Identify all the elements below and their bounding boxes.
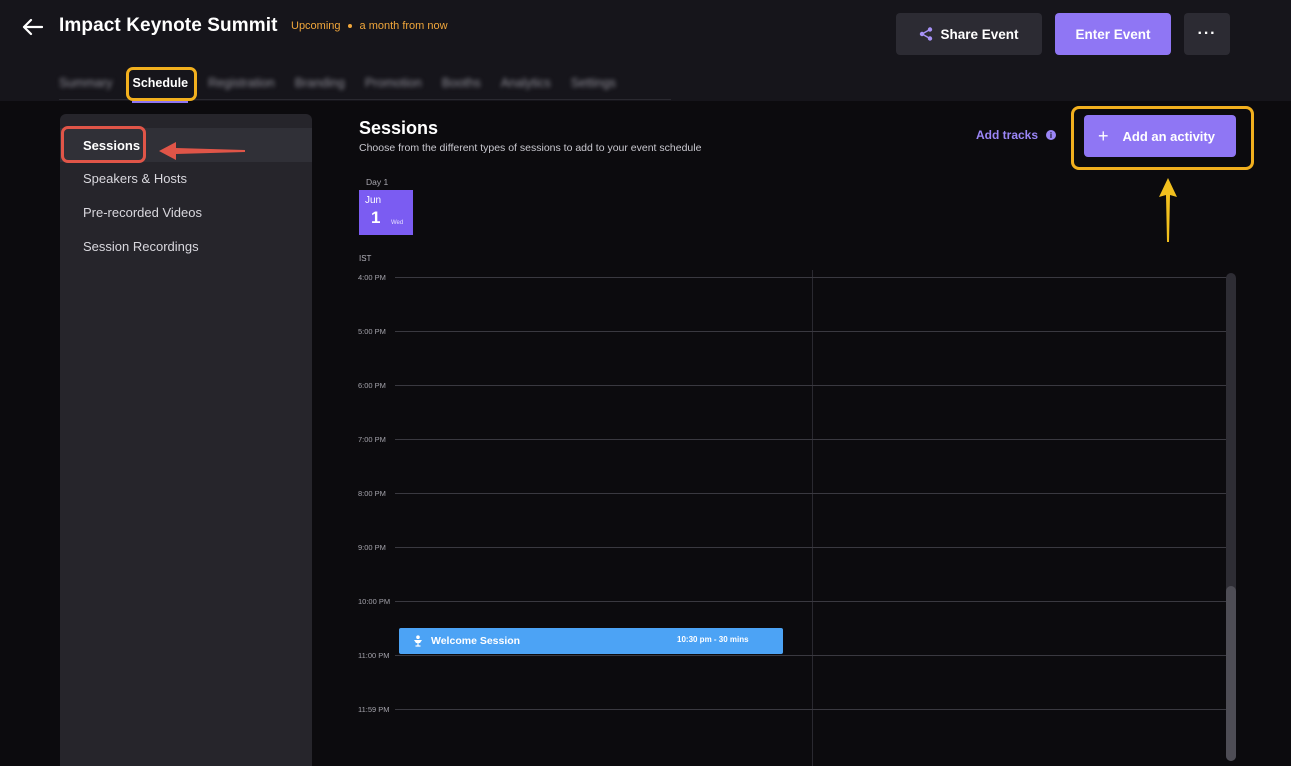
tab-promotion[interactable]: Promotion [365,72,422,100]
tabs-divider [59,99,671,100]
day-label: Day 1 [366,177,389,187]
hour-label: 10:00 PM [358,597,391,606]
share-event-label: Share Event [940,26,1019,42]
tab-summary[interactable]: Summary [59,72,112,100]
hour-line [395,331,1227,332]
schedule-grid[interactable]: 4:00 PM 5:00 PM 6:00 PM 7:00 PM 8:00 PM … [355,270,1227,766]
hour-line [395,547,1227,548]
hour-row: 6:00 PM [355,381,1227,390]
day-date: 1 [371,208,381,227]
share-icon [920,27,933,41]
tab-analytics[interactable]: Analytics [501,72,551,100]
info-icon[interactable]: i [1046,130,1057,140]
hour-line [395,655,1227,656]
page-subtitle: Choose from the different types of sessi… [359,142,702,154]
status-label: Upcoming [291,20,341,32]
more-options-button[interactable]: ··· [1184,13,1230,55]
hour-line [395,601,1227,602]
hour-label: 11:59 PM [358,705,390,714]
tab-settings[interactable]: Settings [571,72,616,100]
hour-line [395,439,1227,440]
share-event-button[interactable]: Share Event [896,13,1042,55]
back-button[interactable] [18,14,46,40]
session-time: 10:30 pm - 30 mins [677,635,749,644]
hour-row: 8:00 PM [355,489,1227,498]
tab-schedule[interactable]: Schedule [132,72,188,103]
day-selector[interactable]: Jun 1 Wed [359,190,413,235]
day-weekday: Wed [391,220,404,226]
arrow-pointer-icon [159,142,245,160]
hour-row: 11:00 PM [355,651,1227,660]
tab-booths[interactable]: Booths [442,72,481,100]
arrow-up-pointer-icon [1159,178,1177,242]
hour-row: 9:00 PM [355,543,1227,552]
sidebar-item-prerecorded-videos[interactable]: Pre-recorded Videos [60,195,312,229]
hour-label: 4:00 PM [358,273,386,282]
enter-event-button[interactable]: Enter Event [1055,13,1171,55]
session-block-welcome[interactable]: Welcome Session 10:30 pm - 30 mins [399,628,783,654]
event-status: Upcoming a month from now [291,20,448,32]
tab-registration[interactable]: Registration [208,72,275,100]
hour-label: 7:00 PM [358,435,386,444]
tab-branding[interactable]: Branding [295,72,345,100]
event-header: Impact Keynote Summit Upcoming a month f… [0,0,1291,103]
hour-row: 4:00 PM [355,273,1227,282]
hour-label: 11:00 PM [358,651,390,660]
event-title: Impact Keynote Summit [59,15,278,36]
sidebar: Sessions Speakers & Hosts Pre-recorded V… [60,114,312,766]
hour-line [395,709,1227,710]
hour-line [395,385,1227,386]
add-tracks-label: Add tracks [976,128,1039,142]
add-activity-button[interactable]: + Add an activity [1084,115,1236,157]
hour-label: 6:00 PM [358,381,386,390]
add-activity-label: Add an activity [1122,128,1215,144]
add-tracks-link[interactable]: Add tracks i [976,128,1057,142]
plus-icon: + [1098,126,1109,146]
sidebar-item-session-recordings[interactable]: Session Recordings [60,229,312,263]
hour-line [395,277,1227,278]
hour-row: 5:00 PM [355,327,1227,336]
event-tabs: Summary Schedule Registration Branding P… [59,72,616,103]
session-name: Welcome Session [431,635,521,647]
sidebar-item-speakers-hosts[interactable]: Speakers & Hosts [60,161,312,195]
hour-label: 9:00 PM [358,543,386,552]
day-month: Jun [365,195,382,206]
hour-line [395,493,1227,494]
track-divider [812,270,813,766]
hour-label: 5:00 PM [358,327,386,336]
stage-icon [413,635,423,647]
scrollbar-thumb[interactable] [1226,586,1236,761]
hour-row: 11:59 PM [355,705,1227,714]
arrow-left-icon [22,18,43,36]
hour-label: 8:00 PM [358,489,386,498]
hour-row: 7:00 PM [355,435,1227,444]
hour-row: 10:00 PM [355,597,1227,606]
status-dot-icon [347,24,352,28]
page-title: Sessions [359,118,439,138]
timezone-label: IST [359,254,372,263]
status-relative-time: a month from now [359,20,448,32]
